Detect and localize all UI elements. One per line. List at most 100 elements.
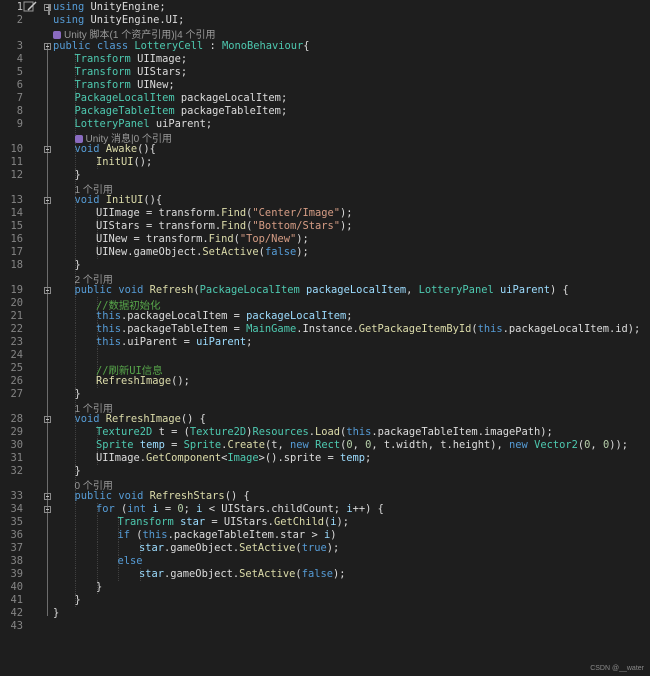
fold-toggle-icon[interactable] — [44, 506, 51, 513]
code-line[interactable]: 6 Transform UINew; — [0, 79, 650, 92]
code-line[interactable]: 14 UIImage = transform.Find("Center/Image… — [0, 207, 650, 220]
code-token: temp — [139, 439, 165, 451]
code-token: = — [158, 503, 178, 515]
code-line[interactable]: 34 for (int i = 0; i < UIStars.childCount… — [0, 503, 650, 516]
code-token: ); — [296, 246, 309, 258]
line-number: 15 — [10, 220, 23, 232]
code-line[interactable]: 37 star.gameObject.SetActive(true); — [0, 542, 650, 555]
code-text: UIImage.GetComponent<Image>().sprite = t… — [96, 452, 371, 464]
code-token: Sprite — [183, 439, 222, 451]
code-token: packageLocalItem — [246, 310, 347, 322]
code-line[interactable]: 36 if (this.packageTableItem.star > i) — [0, 529, 650, 542]
fold-toggle-icon[interactable] — [44, 43, 51, 50]
fold-toggle-icon[interactable] — [44, 416, 51, 423]
code-token: Create — [227, 439, 265, 451]
code-token: class — [96, 40, 129, 52]
fold-toggle-icon[interactable] — [44, 4, 51, 11]
codelens-row[interactable]: 0 个引用 — [0, 477, 650, 492]
code-line[interactable]: 13 void InitUI(){ — [0, 194, 650, 207]
indent-guide — [96, 555, 98, 568]
code-line[interactable]: 16 UINew = transform.Find("Top/New"); — [0, 233, 650, 246]
code-line[interactable]: 26 RefreshImage(); — [0, 375, 650, 388]
code-line[interactable]: 11 InitUI(); — [0, 156, 650, 169]
line-number: 10 — [10, 143, 23, 155]
code-token: = — [164, 439, 184, 451]
code-token: = UIStars. — [205, 516, 274, 528]
code-token: true — [301, 542, 327, 554]
code-line[interactable]: 21 this.packageLocalItem = packageLocalIt… — [0, 310, 650, 323]
code-line[interactable]: 17 UINew.gameObject.SetActive(false); — [0, 246, 650, 259]
codelens-row[interactable]: 1 个引用 — [0, 181, 650, 196]
code-text: } — [96, 581, 102, 593]
code-line[interactable]: 28 void RefreshImage() { — [0, 413, 650, 426]
code-token: star — [180, 516, 206, 528]
fold-toggle-icon[interactable] — [44, 287, 51, 294]
code-line[interactable]: 31 UIImage.GetComponent<Image>().sprite =… — [0, 452, 650, 465]
line-number: 35 — [10, 516, 23, 528]
code-line[interactable]: 33 public void RefreshStars() { — [0, 490, 650, 503]
code-token: .Instance. — [296, 323, 359, 335]
codelens-row[interactable]: 1 个引用 — [0, 400, 650, 415]
indent-guide — [96, 349, 98, 362]
codelens-row[interactable]: 2 个引用 — [0, 271, 650, 286]
code-token: UnityEngine; — [84, 1, 166, 13]
code-line[interactable]: 10 void Awake(){ — [0, 143, 650, 156]
code-token: SetActive — [239, 542, 296, 554]
code-token: (); — [133, 156, 153, 168]
fold-toggle-icon[interactable] — [44, 493, 51, 500]
code-token: uiParent — [196, 336, 247, 348]
code-line[interactable]: 40} — [0, 581, 650, 594]
code-line[interactable]: 43 — [0, 620, 650, 633]
code-token: UINew; — [130, 79, 175, 91]
line-number: 29 — [10, 426, 23, 438]
code-line[interactable]: 15 UIStars = transform.Find("Bottom/Stars… — [0, 220, 650, 233]
codelens-row[interactable]: Unity 脚本(1 个资产引用)|4 个引用 — [0, 26, 650, 41]
code-line[interactable]: 35 Transform star = UIStars.GetChild(i); — [0, 516, 650, 529]
code-line[interactable]: 7 PackageLocalItem packageLocalItem; — [0, 92, 650, 105]
code-line[interactable]: 29 Texture2D t = (Texture2D)Resources.Loa… — [0, 426, 650, 439]
code-token: Texture2D — [96, 426, 153, 438]
code-token: "Center/Image" — [252, 207, 341, 219]
code-line[interactable]: 1 using UnityEngine; — [0, 1, 650, 14]
code-line[interactable]: 22 this.packageTableItem = MainGame.Insta… — [0, 323, 650, 336]
code-line[interactable]: 24 — [0, 349, 650, 362]
code-line[interactable]: 19 public void Refresh(PackageLocalItem p… — [0, 284, 650, 297]
code-line[interactable]: 4 Transform UIImage; — [0, 53, 650, 66]
code-token: Find — [208, 233, 234, 245]
code-token: (); — [171, 375, 190, 387]
code-text: Texture2D t = (Texture2D)Resources.Load(… — [96, 426, 553, 438]
code-text: Transform UINew; — [75, 79, 175, 91]
indent-guide — [75, 375, 76, 388]
code-line[interactable]: 23 this.uiParent = uiParent; — [0, 336, 650, 349]
code-line[interactable]: 3 public class LotteryCell : MonoBehaviou… — [0, 40, 650, 53]
line-number: 9 — [16, 118, 23, 130]
indent-guide — [75, 323, 76, 336]
indent-guide — [75, 452, 76, 465]
code-text: Transform UIStars; — [75, 66, 188, 78]
code-line[interactable]: 8 PackageTableItem packageTableItem; — [0, 105, 650, 118]
indent-guide — [118, 568, 119, 581]
code-text: public class LotteryCell : MonoBehaviour… — [53, 40, 310, 52]
code-token: public — [74, 284, 113, 296]
code-line[interactable]: 20//数据初始化 — [0, 297, 650, 312]
code-token: public — [53, 40, 91, 52]
code-token: (t, — [264, 439, 291, 451]
code-text: public void Refresh(PackageLocalItem pac… — [75, 284, 569, 296]
code-token: UIImage. — [96, 452, 147, 464]
code-line[interactable]: 25//刷新UI信息 — [0, 362, 650, 377]
code-line[interactable]: 5 Transform UIStars; — [0, 66, 650, 79]
code-line[interactable]: 39 star.gameObject.SetActive(false); — [0, 568, 650, 581]
code-token: ; — [246, 336, 253, 348]
indent-guide — [118, 542, 119, 555]
code-line[interactable]: 38 else — [0, 555, 650, 568]
code-token: ); — [336, 516, 350, 528]
code-text: UINew.gameObject.SetActive(false); — [96, 246, 309, 258]
code-line[interactable]: 42} — [0, 607, 650, 620]
line-number: 24 — [10, 349, 23, 361]
code-editor[interactable]: 1 using UnityEngine; 2 using UnityEngine.UI… — [0, 0, 650, 676]
fold-toggle-icon[interactable] — [44, 146, 51, 153]
code-line[interactable]: 30 Sprite temp = Sprite.Create(t, new Rec… — [0, 439, 650, 452]
codelens-row[interactable]: Unity 消息|0 个引用 — [0, 130, 650, 145]
code-line[interactable]: 41} — [0, 594, 650, 607]
fold-toggle-icon[interactable] — [44, 197, 51, 204]
